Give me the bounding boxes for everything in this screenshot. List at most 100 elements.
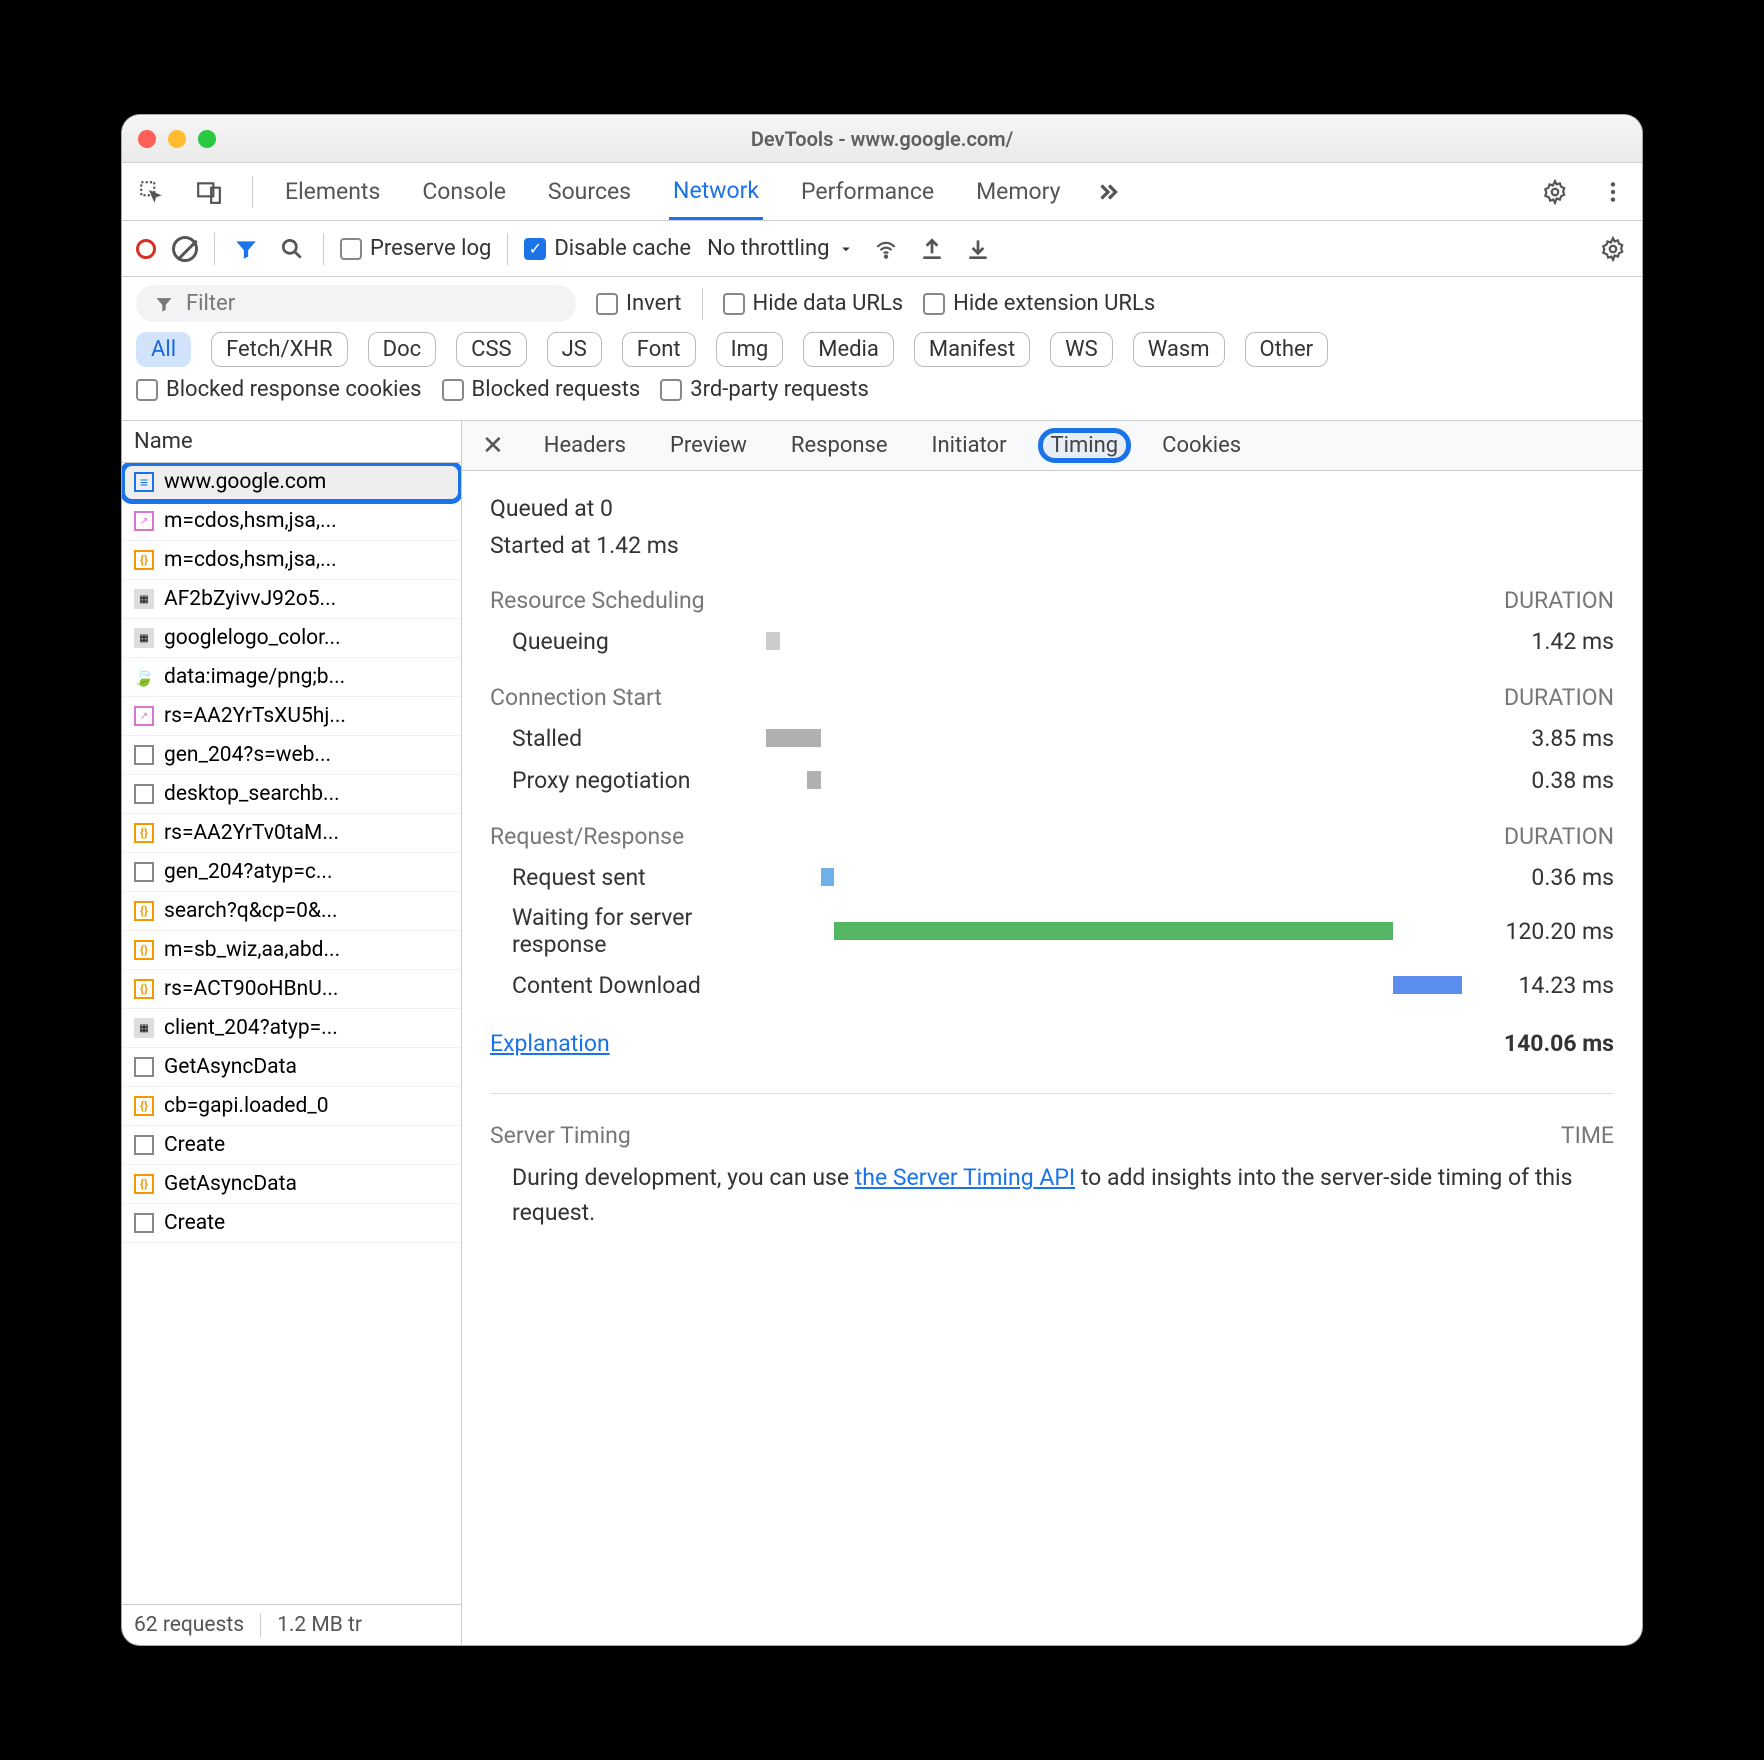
- panel-tab-console[interactable]: Console: [418, 163, 510, 220]
- preserve-log-checkbox[interactable]: Preserve log: [340, 236, 491, 261]
- type-pill-doc[interactable]: Doc: [368, 332, 437, 367]
- third-party-checkbox[interactable]: 3rd-party requests: [660, 377, 869, 402]
- timing-row: Stalled3.85 ms: [490, 723, 1614, 753]
- request-row[interactable]: ≡www.google.com: [122, 463, 461, 502]
- detail-tab-response[interactable]: Response: [781, 431, 898, 460]
- request-name: GetAsyncData: [164, 1172, 297, 1196]
- request-name: m=cdos,hsm,jsa,...: [164, 548, 337, 572]
- blocked-requests-checkbox[interactable]: Blocked requests: [442, 377, 641, 402]
- request-name: GetAsyncData: [164, 1055, 297, 1079]
- disable-cache-checkbox[interactable]: ✓ Disable cache: [524, 236, 691, 261]
- detail-tabs: ✕ Headers Preview Response Initiator Timing C…: [462, 421, 1642, 471]
- timing-body: Queued at 0 Started at 1.42 ms Resource …: [462, 471, 1642, 1645]
- request-row[interactable]: {}m=cdos,hsm,jsa,...: [122, 541, 461, 580]
- request-name: Create: [164, 1211, 225, 1235]
- filter-bar: Filter Invert Hide data URLs Hide extens…: [122, 277, 1642, 421]
- js-icon: ↗: [134, 706, 154, 726]
- type-pill-media[interactable]: Media: [803, 332, 894, 367]
- inspect-icon[interactable]: [136, 177, 166, 207]
- type-pill-wasm[interactable]: Wasm: [1133, 332, 1225, 367]
- request-row[interactable]: {} GetAsyncData: [122, 1165, 461, 1204]
- none-icon: [134, 862, 154, 882]
- request-count: 62 requests: [134, 1613, 261, 1637]
- server-timing-api-link[interactable]: the Server Timing API: [855, 1164, 1075, 1191]
- hide-data-urls-checkbox[interactable]: Hide data URLs: [723, 291, 904, 316]
- none-icon: [134, 784, 154, 804]
- name-column-header[interactable]: Name: [122, 421, 461, 463]
- request-name: rs=AA2YrTsXU5hj...: [164, 704, 346, 728]
- detail-tab-timing[interactable]: Timing: [1041, 431, 1129, 460]
- curly-icon: {}: [134, 1174, 154, 1194]
- request-list[interactable]: ≡www.google.com↗m=cdos,hsm,jsa,...{}m=cd…: [122, 463, 461, 1604]
- kebab-menu-icon[interactable]: [1598, 177, 1628, 207]
- settings-icon[interactable]: [1540, 177, 1570, 207]
- type-pill-font[interactable]: Font: [622, 332, 696, 367]
- request-row[interactable]: {}rs=AA2YrTv0taM...: [122, 814, 461, 853]
- panel-tab-elements[interactable]: Elements: [281, 163, 384, 220]
- device-toolbar-icon[interactable]: [194, 177, 224, 207]
- server-timing-text: During development, you can use the Serv…: [490, 1161, 1614, 1230]
- type-pill-img[interactable]: Img: [716, 332, 784, 367]
- timing-row: Waiting for server response120.20 ms: [490, 904, 1614, 958]
- img-icon: ▦: [134, 589, 154, 609]
- close-details-icon[interactable]: ✕: [476, 431, 510, 461]
- type-pill-ws[interactable]: WS: [1050, 332, 1113, 367]
- clear-button[interactable]: [172, 236, 198, 262]
- window-title: DevTools - www.google.com/: [122, 127, 1642, 151]
- type-pill-fetch-xhr[interactable]: Fetch/XHR: [211, 332, 348, 367]
- request-name: rs=ACT90oHBnU...: [164, 977, 338, 1001]
- request-row[interactable]: Create: [122, 1126, 461, 1165]
- detail-tab-initiator[interactable]: Initiator: [922, 431, 1017, 460]
- detail-tab-preview[interactable]: Preview: [660, 431, 757, 460]
- type-pill-js[interactable]: JS: [547, 332, 602, 367]
- request-row[interactable]: ▦client_204?atyp=...: [122, 1009, 461, 1048]
- panel-tab-memory[interactable]: Memory: [972, 163, 1064, 220]
- type-pill-all[interactable]: All: [136, 332, 191, 367]
- request-row[interactable]: ↗ rs=AA2YrTsXU5hj...: [122, 697, 461, 736]
- detail-tab-cookies[interactable]: Cookies: [1152, 431, 1251, 460]
- invert-checkbox[interactable]: Invert: [596, 291, 682, 316]
- request-row[interactable]: ▦googlelogo_color...: [122, 619, 461, 658]
- request-row[interactable]: Create: [122, 1204, 461, 1243]
- request-name: data:image/png;b...: [164, 665, 345, 689]
- curly-icon: {}: [134, 1096, 154, 1116]
- more-panels-icon[interactable]: [1093, 177, 1123, 207]
- request-row[interactable]: {}search?q&cp=0&...: [122, 892, 461, 931]
- request-row[interactable]: ↗m=cdos,hsm,jsa,...: [122, 502, 461, 541]
- throttling-select[interactable]: No throttling: [707, 236, 855, 261]
- type-pill-other[interactable]: Other: [1245, 332, 1329, 367]
- panel-tab-sources[interactable]: Sources: [544, 163, 635, 220]
- panel-tabs: Elements Console Sources Network Performance…: [122, 163, 1642, 221]
- wifi-icon[interactable]: [871, 234, 901, 264]
- none-icon: [134, 745, 154, 765]
- explanation-link[interactable]: Explanation: [490, 1030, 610, 1057]
- request-row[interactable]: {}cb=gapi.loaded_0: [122, 1087, 461, 1126]
- search-icon[interactable]: [277, 234, 307, 264]
- type-pill-css[interactable]: CSS: [456, 332, 526, 367]
- hide-extension-urls-checkbox[interactable]: Hide extension URLs: [923, 291, 1155, 316]
- request-row[interactable]: {}rs=ACT90oHBnU...: [122, 970, 461, 1009]
- panel-tab-performance[interactable]: Performance: [797, 163, 938, 220]
- upload-icon[interactable]: [917, 234, 947, 264]
- type-pill-manifest[interactable]: Manifest: [914, 332, 1030, 367]
- filter-input[interactable]: Filter: [136, 285, 576, 322]
- request-name: client_204?atyp=...: [164, 1016, 338, 1040]
- request-row[interactable]: ▦ AF2bZyivvJ92o5...: [122, 580, 461, 619]
- request-row[interactable]: gen_204?s=web...: [122, 736, 461, 775]
- filter-icon[interactable]: [231, 234, 261, 264]
- download-icon[interactable]: [963, 234, 993, 264]
- network-settings-icon[interactable]: [1598, 234, 1628, 264]
- js-icon: ↗: [134, 511, 154, 531]
- request-row[interactable]: 🍃data:image/png;b...: [122, 658, 461, 697]
- request-row[interactable]: {}m=sb_wiz,aa,abd...: [122, 931, 461, 970]
- blocked-cookies-checkbox[interactable]: Blocked response cookies: [136, 377, 422, 402]
- time-column-header: TIME: [1561, 1122, 1614, 1149]
- request-name: AF2bZyivvJ92o5...: [164, 587, 336, 611]
- request-name: gen_204?atyp=c...: [164, 860, 332, 884]
- detail-tab-headers[interactable]: Headers: [534, 431, 636, 460]
- request-row[interactable]: gen_204?atyp=c...: [122, 853, 461, 892]
- record-button[interactable]: [136, 239, 156, 259]
- panel-tab-network[interactable]: Network: [669, 163, 763, 220]
- request-row[interactable]: GetAsyncData: [122, 1048, 461, 1087]
- request-row[interactable]: desktop_searchb...: [122, 775, 461, 814]
